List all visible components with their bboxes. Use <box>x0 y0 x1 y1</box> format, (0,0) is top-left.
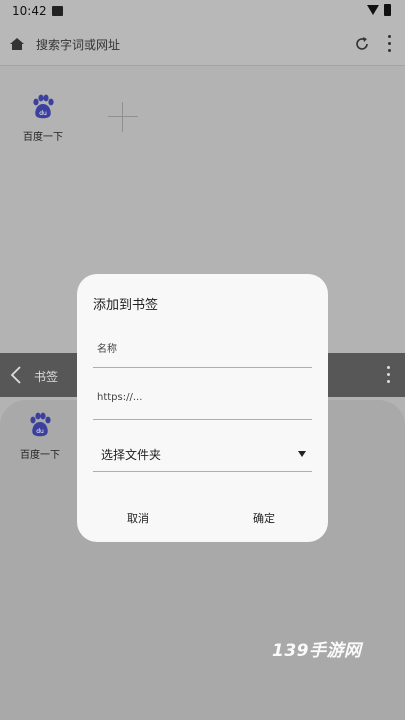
bookmark-title: 书签 <box>34 370 59 384</box>
menu-more-icon[interactable] <box>386 35 392 55</box>
url-field-placeholder: https://... <box>97 392 143 403</box>
wifi-icon <box>367 5 379 15</box>
add-bookmark-dialog: 添加到书签 名称 https://... 选择文件夹 取消 确定 <box>77 274 328 542</box>
bookmark-more-icon[interactable] <box>385 366 391 388</box>
speed-dial-tile-label: 百度一下 <box>23 132 63 143</box>
status-time: 10:42 <box>12 4 47 18</box>
status-bar: 10:42 <box>0 0 405 24</box>
dialog-title: 添加到书签 <box>93 298 159 313</box>
bookmark-item-baidu[interactable]: du 百度一下 <box>10 412 70 461</box>
address-search-input[interactable]: 搜索字词或网址 <box>36 36 120 53</box>
address-bar[interactable]: 搜索字词或网址 <box>0 24 405 66</box>
add-tile-button[interactable] <box>108 102 138 132</box>
baidu-paw-icon: du <box>33 94 54 119</box>
name-field[interactable]: 名称 <box>93 332 312 368</box>
home-icon[interactable] <box>10 38 24 50</box>
folder-select-value: 选择文件夹 <box>101 448 162 462</box>
confirm-button[interactable]: 确定 <box>253 510 275 526</box>
svg-text:du: du <box>39 110 47 117</box>
speed-dial-tile-baidu[interactable]: du 百度一下 <box>13 94 73 143</box>
battery-icon <box>384 4 391 16</box>
svg-text:du: du <box>36 428 44 435</box>
folder-select[interactable]: 选择文件夹 <box>93 438 312 472</box>
watermark-text: 139手游网 <box>272 641 362 661</box>
back-chevron-icon[interactable] <box>10 366 22 384</box>
dropdown-caret-icon <box>298 451 306 457</box>
image-notification-icon <box>52 6 63 16</box>
bookmark-item-label: 百度一下 <box>20 450 60 461</box>
name-field-placeholder: 名称 <box>97 344 117 355</box>
baidu-paw-icon: du <box>30 412 51 437</box>
refresh-icon[interactable] <box>354 36 370 52</box>
url-field[interactable]: https://... <box>93 384 312 420</box>
cancel-button[interactable]: 取消 <box>127 510 149 526</box>
